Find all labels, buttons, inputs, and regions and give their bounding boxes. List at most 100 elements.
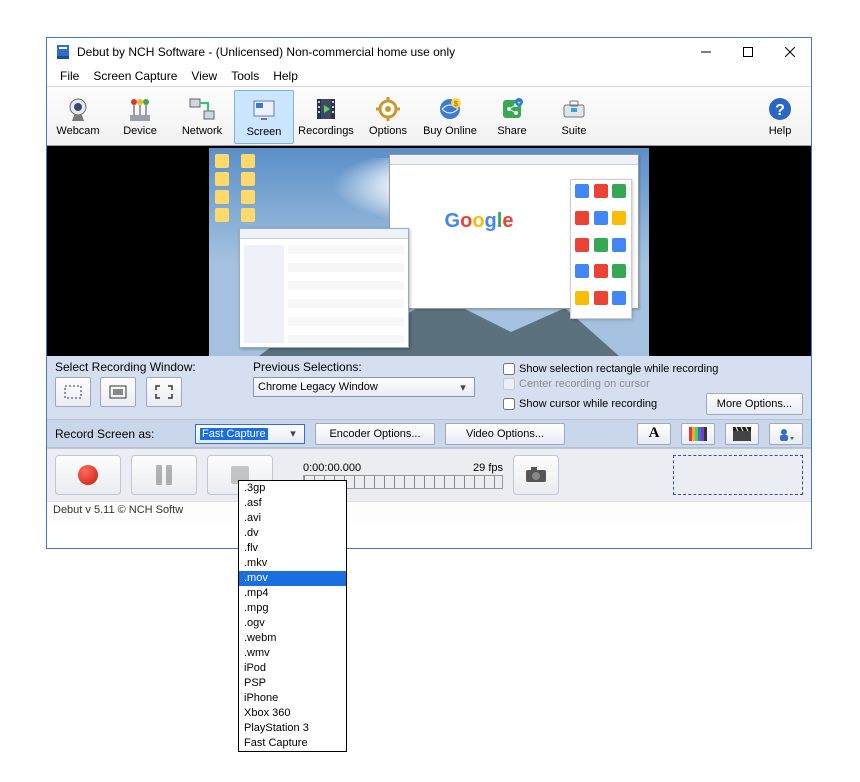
toolbar-buy-online[interactable]: $ Buy Online — [419, 87, 481, 145]
format-dropdown-list[interactable]: .3gp.asf.avi.dv.flv.mkv.mov.mp4.mpg.ogv.… — [238, 480, 347, 752]
record-button[interactable] — [55, 455, 121, 495]
app-window: Debut by NCH Software - (Unlicensed) Non… — [46, 37, 812, 549]
watermark-button[interactable] — [769, 423, 803, 445]
person-export-icon — [777, 427, 795, 441]
previous-selections-combo[interactable]: Chrome Legacy Window ▾ — [253, 377, 475, 397]
toolbar-buy-label: Buy Online — [423, 125, 477, 137]
fullscreen-icon — [155, 385, 173, 399]
pause-button[interactable] — [131, 455, 197, 495]
format-option[interactable]: PSP — [239, 676, 346, 691]
show-cursor-checkbox[interactable]: Show cursor while recording — [503, 396, 657, 412]
format-option[interactable]: .mp4 — [239, 586, 346, 601]
format-option[interactable]: iPhone — [239, 691, 346, 706]
format-combo[interactable]: Fast Capture ▾ — [195, 424, 305, 444]
toolbar-suite[interactable]: Suite — [543, 87, 605, 145]
toolbar-share[interactable]: + Share — [481, 87, 543, 145]
device-icon — [126, 95, 154, 123]
maximize-button[interactable] — [727, 38, 769, 66]
menu-file[interactable]: File — [53, 67, 86, 85]
network-icon — [188, 95, 216, 123]
format-option[interactable]: Xbox 360 — [239, 706, 346, 721]
select-rectangle-button[interactable] — [55, 377, 91, 407]
transport-bar: 0:00:00.000 29 fps — [47, 448, 811, 501]
close-button[interactable] — [769, 38, 811, 66]
video-options-button[interactable]: Video Options... — [445, 423, 565, 445]
format-option[interactable]: .avi — [239, 511, 346, 526]
menu-screen-capture[interactable]: Screen Capture — [86, 67, 184, 85]
format-option[interactable]: PlayStation 3 — [239, 721, 346, 736]
main-toolbar: Webcam Device Network Screen Recordings … — [47, 86, 811, 146]
format-option[interactable]: iPod — [239, 661, 346, 676]
record-as-label: Record Screen as: — [55, 427, 185, 441]
screen-preview: Google — [209, 148, 649, 356]
preview-file-explorer — [239, 228, 409, 348]
color-adjust-button[interactable] — [681, 423, 715, 445]
desktop-icons — [215, 154, 259, 222]
format-combo-value: Fast Capture — [200, 428, 268, 440]
screen-icon — [250, 96, 278, 124]
format-option[interactable]: .mov — [239, 571, 346, 586]
format-option[interactable]: .asf — [239, 496, 346, 511]
select-window-label: Select Recording Window: — [55, 360, 233, 374]
format-option[interactable]: .wmv — [239, 646, 346, 661]
buy-icon: $ — [436, 95, 464, 123]
encoder-options-button[interactable]: Encoder Options... — [315, 423, 435, 445]
format-option[interactable]: Fast Capture — [239, 736, 346, 751]
suite-icon — [560, 95, 588, 123]
show-selection-rect-checkbox[interactable]: Show selection rectangle while recording — [503, 362, 803, 376]
toolbar-network-label: Network — [182, 125, 222, 137]
previous-selections-label: Previous Selections: — [253, 360, 483, 374]
toolbar-options[interactable]: Options — [357, 87, 419, 145]
format-option[interactable]: .3gp — [239, 481, 346, 496]
more-options-button[interactable]: More Options... — [706, 393, 803, 415]
selection-panel: Select Recording Window: Previous Select… — [47, 356, 811, 420]
webcam-icon — [64, 95, 92, 123]
camera-icon — [525, 467, 547, 483]
toolbar-webcam-label: Webcam — [56, 125, 99, 137]
toolbar-device[interactable]: Device — [109, 87, 171, 145]
effects-button[interactable] — [725, 423, 759, 445]
toolbar-network[interactable]: Network — [171, 87, 233, 145]
select-window-button[interactable] — [100, 377, 136, 407]
recordings-icon — [312, 95, 340, 123]
titlebar: Debut by NCH Software - (Unlicensed) Non… — [47, 38, 811, 66]
menu-view[interactable]: View — [184, 67, 224, 85]
minimize-button[interactable] — [685, 38, 727, 66]
options-icon — [374, 95, 402, 123]
google-apps-panel — [570, 179, 632, 319]
format-option[interactable]: .flv — [239, 541, 346, 556]
menu-tools[interactable]: Tools — [224, 67, 266, 85]
format-option[interactable]: .mkv — [239, 556, 346, 571]
svg-text:?: ? — [775, 102, 785, 119]
window-select-icon — [109, 385, 127, 399]
text-overlay-button[interactable]: A — [637, 423, 671, 445]
center-on-cursor-checkbox[interactable]: Center recording on cursor — [503, 378, 803, 392]
help-icon: ? — [766, 95, 794, 123]
chevron-down-icon: ▾ — [286, 427, 300, 440]
window-title: Debut by NCH Software - (Unlicensed) Non… — [77, 45, 685, 59]
toolbar-share-label: Share — [497, 125, 526, 137]
toolbar-help[interactable]: ? Help — [749, 87, 811, 145]
snapshot-button[interactable] — [513, 455, 559, 495]
toolbar-recordings[interactable]: Recordings — [295, 87, 357, 145]
preview-area: Google — [47, 146, 811, 356]
format-option[interactable]: .dv — [239, 526, 346, 541]
pause-icon — [156, 465, 172, 485]
format-option[interactable]: .ogv — [239, 616, 346, 631]
menu-help[interactable]: Help — [266, 67, 305, 85]
statusbar: Debut v 5.11 © NCH Softw — [47, 501, 811, 521]
record-format-panel: Record Screen as: Fast Capture ▾ Encoder… — [47, 420, 811, 448]
text-a-icon: A — [649, 425, 660, 442]
toolbar-screen[interactable]: Screen — [234, 90, 294, 144]
toolbar-options-label: Options — [369, 125, 407, 137]
previous-selections-value: Chrome Legacy Window — [258, 381, 378, 393]
toolbar-webcam[interactable]: Webcam — [47, 87, 109, 145]
select-fullscreen-button[interactable] — [146, 377, 182, 407]
format-option[interactable]: .webm — [239, 631, 346, 646]
toolbar-recordings-label: Recordings — [298, 125, 354, 137]
menubar: File Screen Capture View Tools Help — [47, 66, 811, 86]
clapper-icon — [733, 427, 751, 441]
format-option[interactable]: .mpg — [239, 601, 346, 616]
svg-text:$: $ — [454, 101, 458, 108]
dashed-rect-icon — [64, 385, 82, 399]
